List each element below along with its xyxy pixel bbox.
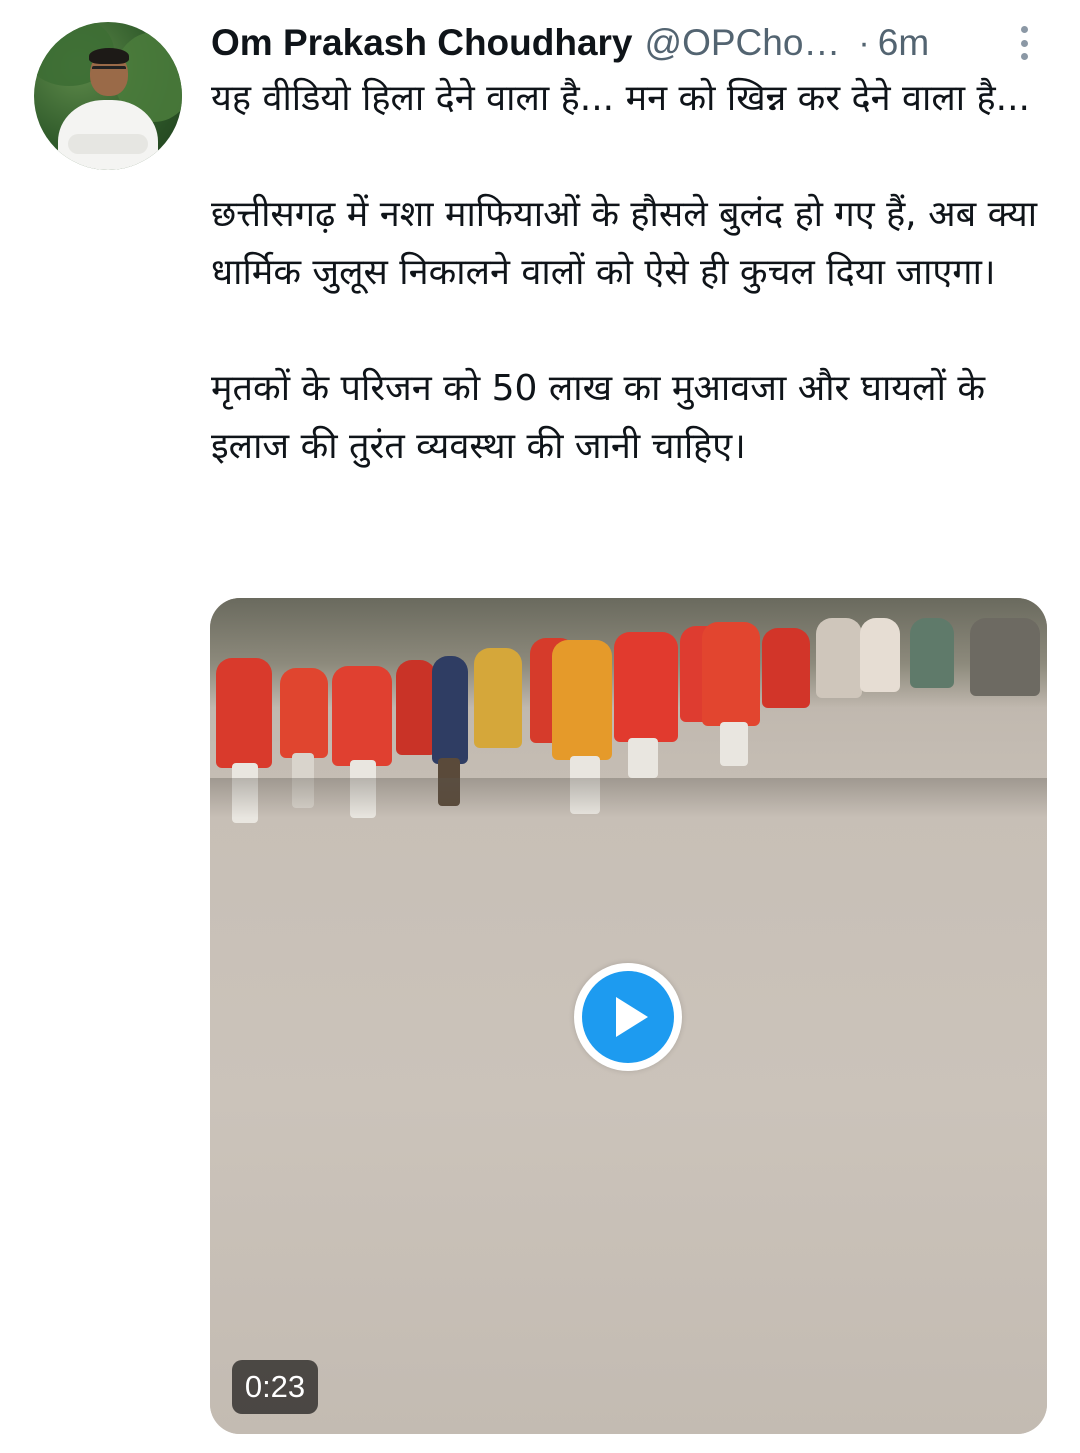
timestamp[interactable]: 6m <box>878 22 929 64</box>
video-frame-shadow <box>210 778 1047 818</box>
play-icon <box>582 971 674 1063</box>
more-dot <box>1020 53 1028 60</box>
more-dot <box>1020 39 1028 47</box>
author-handle[interactable]: @OPCho… <box>645 22 841 64</box>
more-dot <box>1020 26 1028 33</box>
play-button[interactable] <box>574 963 682 1071</box>
tweet-paragraph: मृतकों के परिजन को 50 लाख का मुआवजा और घ… <box>211 368 986 467</box>
tweet-text: यह वीडियो हिला देने वाला है... मन को खिन… <box>211 70 1051 476</box>
tweet[interactable]: Om Prakash Choudhary @OPCho… · 6m यह वीड… <box>0 0 1080 1453</box>
video-duration-badge: 0:23 <box>232 1360 318 1414</box>
video-player[interactable]: 0:23 <box>210 598 1047 1434</box>
tweet-paragraph: छत्तीसगढ़ में नशा माफियाओं के हौसले बुलं… <box>211 194 1038 293</box>
avatar-figure <box>92 66 126 76</box>
avatar-figure <box>68 134 148 154</box>
more-vertical-icon[interactable] <box>1014 26 1034 60</box>
separator: · <box>858 23 870 62</box>
tweet-paragraph: यह वीडियो हिला देने वाला है... मन को खिन… <box>211 78 1030 119</box>
author-name[interactable]: Om Prakash Choudhary <box>211 22 633 64</box>
avatar[interactable] <box>34 22 182 170</box>
tweet-header: Om Prakash Choudhary @OPCho… · 6m <box>211 18 1011 68</box>
play-triangle <box>616 997 648 1037</box>
avatar-figure <box>89 48 129 64</box>
